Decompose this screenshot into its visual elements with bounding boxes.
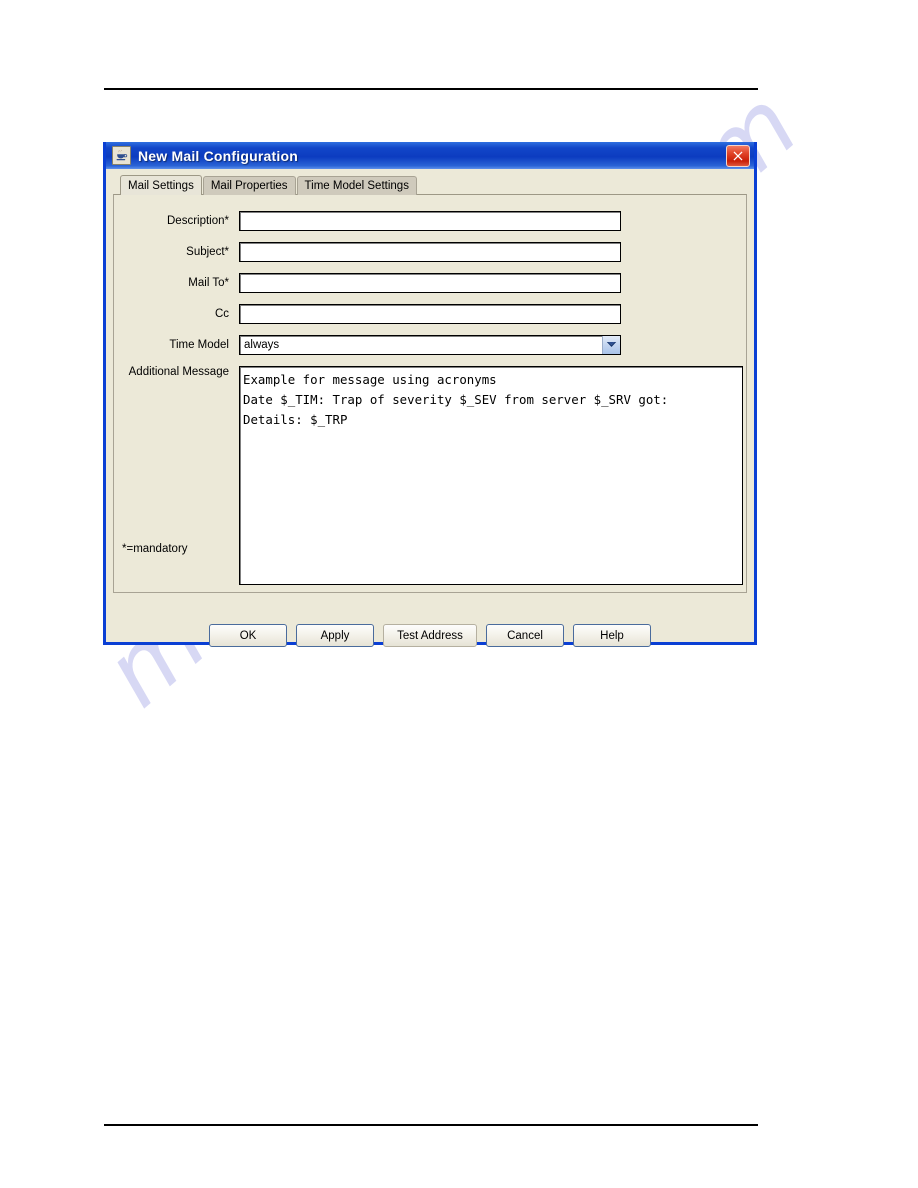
mandatory-note: *=mandatory	[122, 543, 188, 555]
field-row-description: Description*	[114, 205, 746, 236]
subject-input[interactable]	[239, 241, 621, 262]
mail-settings-panel: Description* Subject* Mail To* Cc Time M	[113, 194, 747, 593]
tab-mail-settings[interactable]: Mail Settings	[120, 175, 202, 195]
description-label: Description*	[167, 214, 229, 227]
close-button[interactable]	[726, 144, 750, 167]
close-icon	[733, 151, 743, 160]
field-row-subject: Subject*	[114, 236, 746, 267]
tab-time-model-settings[interactable]: Time Model Settings	[296, 176, 417, 195]
additional-message-textarea[interactable]: Example for message using acronyms Date …	[239, 366, 743, 585]
ok-button[interactable]: OK	[209, 624, 287, 647]
additional-message-label-col: Additional Message *=mandatory	[118, 366, 239, 585]
cc-label: Cc	[214, 307, 229, 320]
test-address-button[interactable]: Test Address	[383, 624, 477, 647]
additional-message-row: Additional Message *=mandatory Example f…	[114, 366, 746, 585]
field-row-time-model: Time Model always	[114, 329, 746, 360]
description-input[interactable]	[239, 210, 621, 231]
mail-settings-panel-inner: Description* Subject* Mail To* Cc Time M	[114, 205, 746, 592]
field-row-mail-to: Mail To*	[114, 267, 746, 298]
chevron-down-icon[interactable]	[602, 335, 620, 354]
mail-to-label: Mail To*	[188, 276, 229, 289]
time-model-value: always	[244, 338, 280, 351]
new-mail-configuration-dialog: New Mail Configuration Mail Settings Mai…	[103, 142, 757, 647]
dialog-body: Mail Settings Mail Properties Time Model…	[106, 169, 754, 647]
time-model-label: Time Model	[169, 338, 229, 351]
page-rule-top	[104, 88, 758, 90]
time-model-select[interactable]: always	[239, 334, 621, 355]
apply-button[interactable]: Apply	[296, 624, 374, 647]
cancel-button[interactable]: Cancel	[486, 624, 564, 647]
additional-message-label: Additional Message	[128, 366, 229, 378]
dialog-title: New Mail Configuration	[138, 147, 298, 164]
dialog-titlebar[interactable]: New Mail Configuration	[106, 142, 754, 169]
help-button[interactable]: Help	[573, 624, 651, 647]
dialog-button-bar: OK Apply Test Address Cancel Help	[106, 624, 754, 647]
tabstrip: Mail Settings Mail Properties Time Model…	[113, 175, 747, 195]
page-rule-bottom	[104, 1124, 758, 1126]
tab-mail-properties[interactable]: Mail Properties	[202, 176, 296, 195]
cc-input[interactable]	[239, 303, 621, 324]
mail-to-input[interactable]	[239, 272, 621, 293]
subject-label: Subject*	[186, 245, 229, 258]
java-coffee-cup-icon	[112, 146, 131, 165]
field-row-cc: Cc	[114, 298, 746, 329]
